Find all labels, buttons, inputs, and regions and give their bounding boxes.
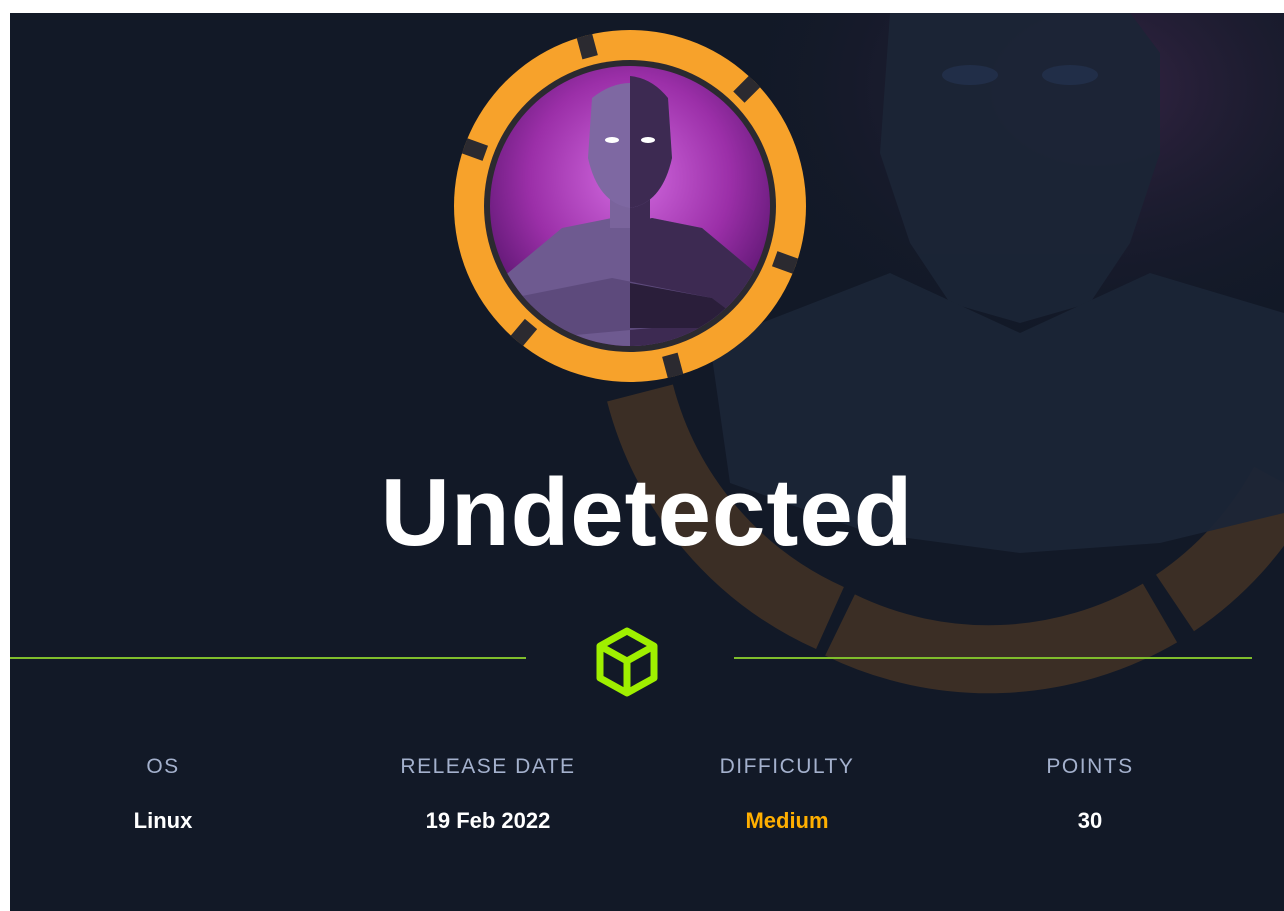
stat-points: POINTS 30 [970,753,1210,835]
stat-os: OS Linux [43,753,283,835]
cube-icon [596,627,658,697]
stat-value: 30 [1077,808,1103,833]
stat-label: RELEASE DATE [400,755,576,778]
stat-label: DIFFICULTY [719,755,855,778]
divider-line-right [734,657,1252,659]
stat-label: POINTS [1046,755,1134,778]
machine-title: Undetected [380,459,914,566]
stat-difficulty: DIFFICULTY Medium [667,753,907,835]
machine-avatar [454,30,806,382]
stat-value: Medium [745,808,829,833]
stat-value: Linux [133,808,193,833]
stat-label: OS [146,755,180,778]
divider-line-left [10,657,526,659]
stat-release-date: RELEASE DATE 19 Feb 2022 [368,753,608,835]
stat-value: 19 Feb 2022 [425,808,551,833]
machine-card: Undetected OS Linux RELEASE DATE 19 Feb … [10,13,1284,911]
